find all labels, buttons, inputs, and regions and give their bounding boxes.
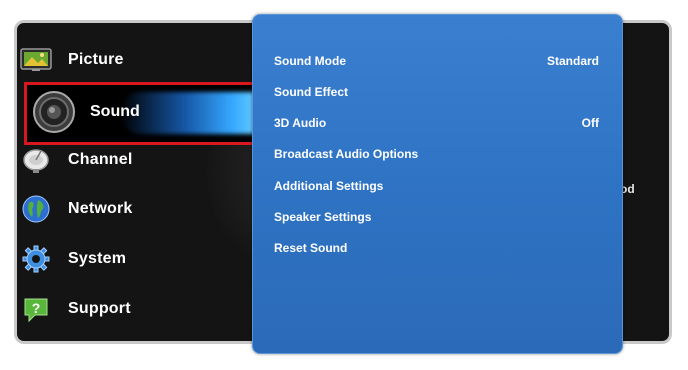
submenu-item-additional-settings[interactable]: Additional Settings	[274, 176, 599, 196]
submenu-item-sound-effect[interactable]: Sound Effect	[274, 82, 599, 102]
submenu-item-sound-mode[interactable]: Sound Mode Standard	[274, 51, 599, 71]
menu-item-label: Picture	[68, 51, 124, 68]
submenu-item-label: Sound Mode	[274, 54, 346, 68]
menu-item-sound[interactable]: Sound	[32, 88, 252, 136]
menu-item-label: Channel	[68, 151, 133, 168]
svg-text:?: ?	[32, 300, 41, 316]
submenu-item-label: Sound Effect	[274, 85, 348, 99]
submenu-item-broadcast-audio-options[interactable]: Broadcast Audio Options	[274, 144, 599, 164]
menu-item-system[interactable]: System	[20, 239, 250, 279]
menu-item-label: Sound	[90, 103, 140, 120]
submenu-item-reset-sound[interactable]: Reset Sound	[274, 238, 599, 258]
menu-item-channel[interactable]: Channel	[20, 140, 250, 180]
help-icon: ?	[20, 293, 52, 325]
submenu-item-label: 3D Audio	[274, 116, 327, 130]
gear-icon	[20, 243, 52, 275]
menu-item-label: Support	[68, 300, 131, 317]
sound-submenu: Sound Mode Standard Sound Effect 3D Audi…	[252, 14, 623, 354]
submenu-item-label: Speaker Settings	[274, 210, 372, 224]
submenu-item-label: Reset Sound	[274, 241, 348, 255]
menu-item-label: Network	[68, 200, 133, 217]
submenu-item-label: Additional Settings	[274, 179, 384, 193]
submenu-item-speaker-settings[interactable]: Speaker Settings	[274, 207, 599, 227]
speaker-icon	[32, 90, 76, 134]
menu-item-label: System	[68, 250, 127, 267]
submenu-item-label: Broadcast Audio Options	[274, 147, 419, 161]
submenu-item-3d-audio[interactable]: 3D Audio Off	[274, 113, 599, 133]
submenu-item-value: Off	[581, 116, 599, 130]
menu-item-network[interactable]: Network	[20, 189, 250, 229]
submenu-item-value: Standard	[546, 54, 599, 68]
picture-icon	[20, 44, 52, 76]
menu-item-picture[interactable]: Picture	[20, 40, 250, 80]
menu-item-support[interactable]: ? Support	[20, 289, 250, 329]
globe-icon	[20, 193, 52, 225]
satellite-dish-icon	[20, 144, 52, 176]
